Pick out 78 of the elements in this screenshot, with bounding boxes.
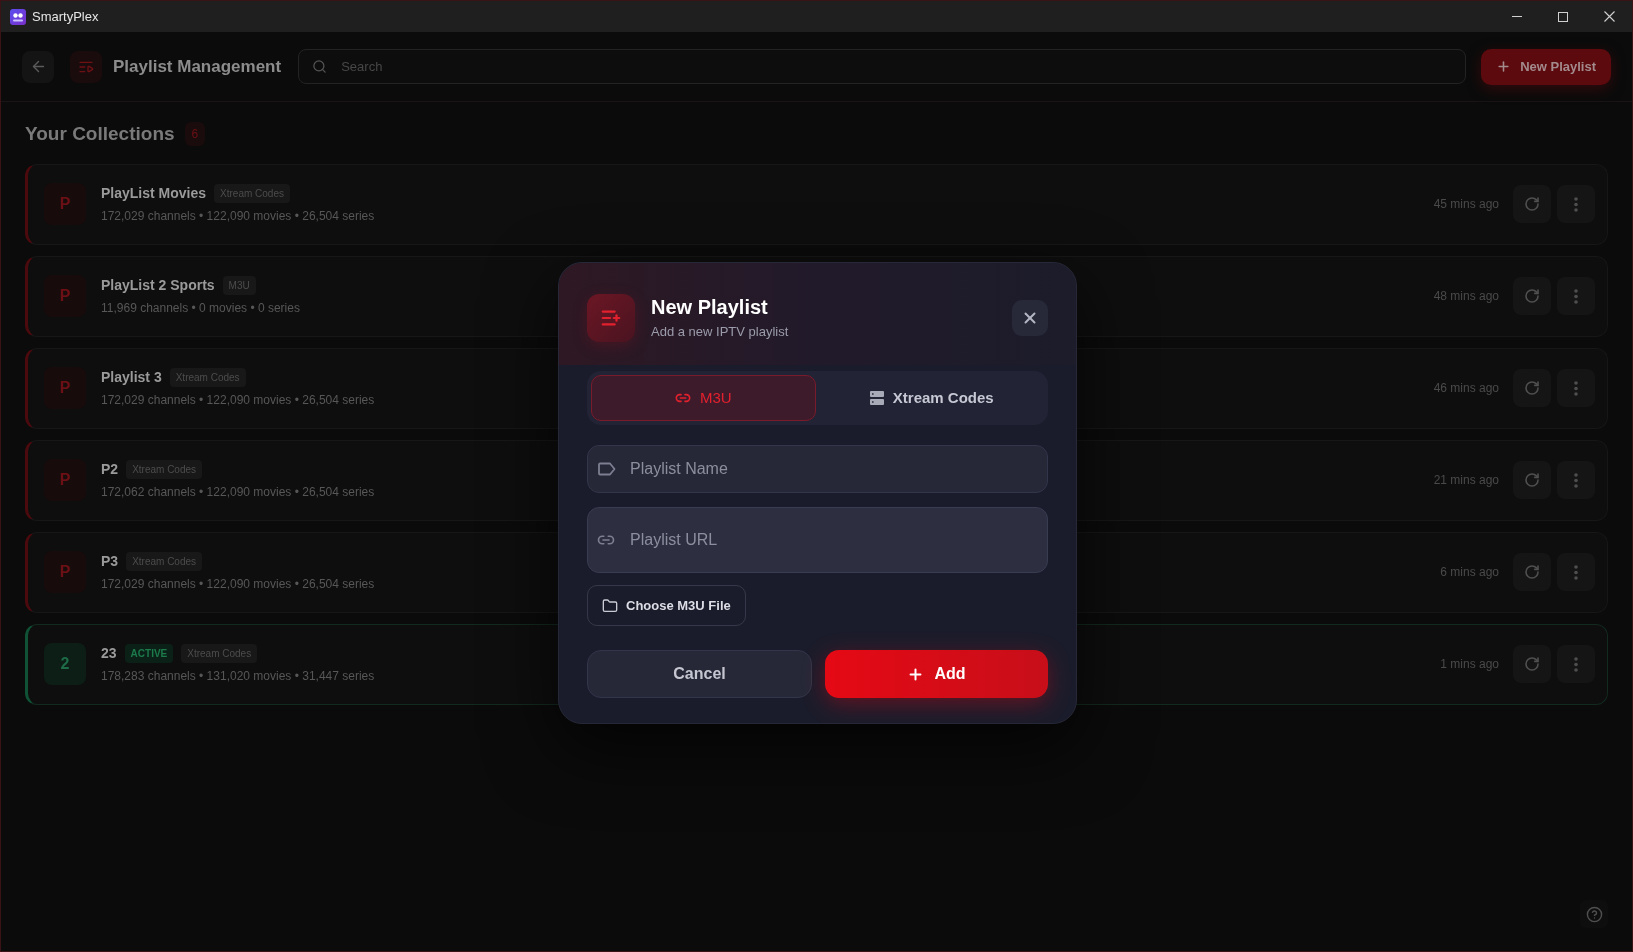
playlist-avatar: P <box>44 367 86 409</box>
updated-time: 48 mins ago <box>1433 288 1499 305</box>
refresh-button[interactable] <box>1513 369 1551 407</box>
playlist-avatar: P <box>44 551 86 593</box>
refresh-icon <box>1524 472 1540 488</box>
more-button[interactable] <box>1557 369 1595 407</box>
dialog-title: New Playlist <box>651 295 769 321</box>
playlist-stats: 172,062 channels • 122,090 movies • 26,504 series <box>101 484 375 501</box>
refresh-button[interactable] <box>1513 277 1551 315</box>
playlist-add-icon <box>587 294 635 342</box>
more-button[interactable] <box>1557 277 1595 315</box>
more-icon <box>1574 656 1578 672</box>
updated-time: 6 mins ago <box>1440 564 1499 581</box>
playlist-name: P3 <box>101 552 119 571</box>
dialog-subtitle: Add a new IPTV playlist <box>651 323 789 342</box>
playlist-stats: 11,969 channels • 0 movies • 0 series <box>101 300 300 317</box>
server-icon <box>869 391 884 405</box>
status-badge: ACTIVE <box>124 644 174 663</box>
choose-file-button[interactable]: Choose M3U File <box>587 585 746 626</box>
maximize-icon <box>1558 11 1568 22</box>
updated-time: 45 mins ago <box>1433 196 1499 213</box>
more-button[interactable] <box>1557 553 1595 591</box>
count-badge: 6 <box>184 122 206 147</box>
playlist-avatar: P <box>44 459 86 501</box>
more-icon <box>1574 472 1578 488</box>
close-icon <box>1021 309 1039 327</box>
more-button[interactable] <box>1557 645 1595 683</box>
tab[interactable]: Xtream Codes <box>819 375 1044 421</box>
back-button[interactable] <box>22 50 54 83</box>
playlist-name: P2 <box>101 460 119 479</box>
minimize-icon <box>1512 16 1522 17</box>
input-field[interactable]: Playlist URL <box>587 507 1048 573</box>
updated-time: 1 mins ago <box>1440 656 1499 673</box>
app-logo-icon <box>10 8 26 25</box>
playlist-avatar: 2 <box>44 643 86 685</box>
updated-time: 21 mins ago <box>1433 472 1499 489</box>
more-icon <box>1574 288 1578 304</box>
tag-icon <box>598 462 616 476</box>
playlist-name: 23 <box>101 644 117 663</box>
playlist-stats: 172,029 channels • 122,090 movies • 26,504 series <box>101 208 375 225</box>
more-icon <box>1574 380 1578 396</box>
playlist-stats: 172,029 channels • 122,090 movies • 26,504 series <box>101 576 375 593</box>
more-button[interactable] <box>1557 461 1595 499</box>
cancel-button[interactable]: Cancel <box>587 650 812 698</box>
refresh-button[interactable] <box>1513 645 1551 683</box>
refresh-button[interactable] <box>1513 185 1551 223</box>
close-button[interactable] <box>1012 300 1048 336</box>
playlist-name: PlayList 2 Sports <box>101 276 215 295</box>
refresh-icon <box>1524 656 1540 672</box>
refresh-icon <box>1524 196 1540 212</box>
playlist-name: PlayList Movies <box>101 184 207 203</box>
refresh-icon <box>1524 564 1540 580</box>
playlist-name: Playlist 3 <box>101 368 162 387</box>
refresh-button[interactable] <box>1513 553 1551 591</box>
new-playlist-button[interactable]: New Playlist <box>1481 48 1611 85</box>
playlist-stats: 178,283 channels • 131,020 movies • 31,447 series <box>101 668 375 685</box>
close-icon <box>1603 11 1615 22</box>
refresh-icon <box>1524 288 1540 304</box>
plus-icon <box>1496 59 1512 74</box>
more-icon <box>1574 564 1578 580</box>
search-field[interactable]: Search <box>298 49 1467 84</box>
playlist-stats: 172,029 channels • 122,090 movies • 26,504 series <box>101 392 375 409</box>
search-icon <box>312 59 328 74</box>
add-button[interactable]: Add <box>825 650 1048 698</box>
folder-icon <box>602 597 618 614</box>
window-title: SmartyPlex <box>32 7 99 26</box>
refresh-icon <box>1524 380 1540 396</box>
playlist-avatar: P <box>44 183 86 225</box>
help-icon <box>1585 905 1603 923</box>
updated-time: 46 mins ago <box>1433 380 1499 397</box>
playlist-icon <box>70 50 102 83</box>
page-title: Playlist Management <box>113 55 282 78</box>
refresh-button[interactable] <box>1513 461 1551 499</box>
section-title: Your Collections <box>25 122 175 146</box>
more-icon <box>1574 196 1578 212</box>
playlist-avatar: P <box>44 275 86 317</box>
input-field[interactable]: Playlist Name <box>587 445 1048 493</box>
more-button[interactable] <box>1557 185 1595 223</box>
